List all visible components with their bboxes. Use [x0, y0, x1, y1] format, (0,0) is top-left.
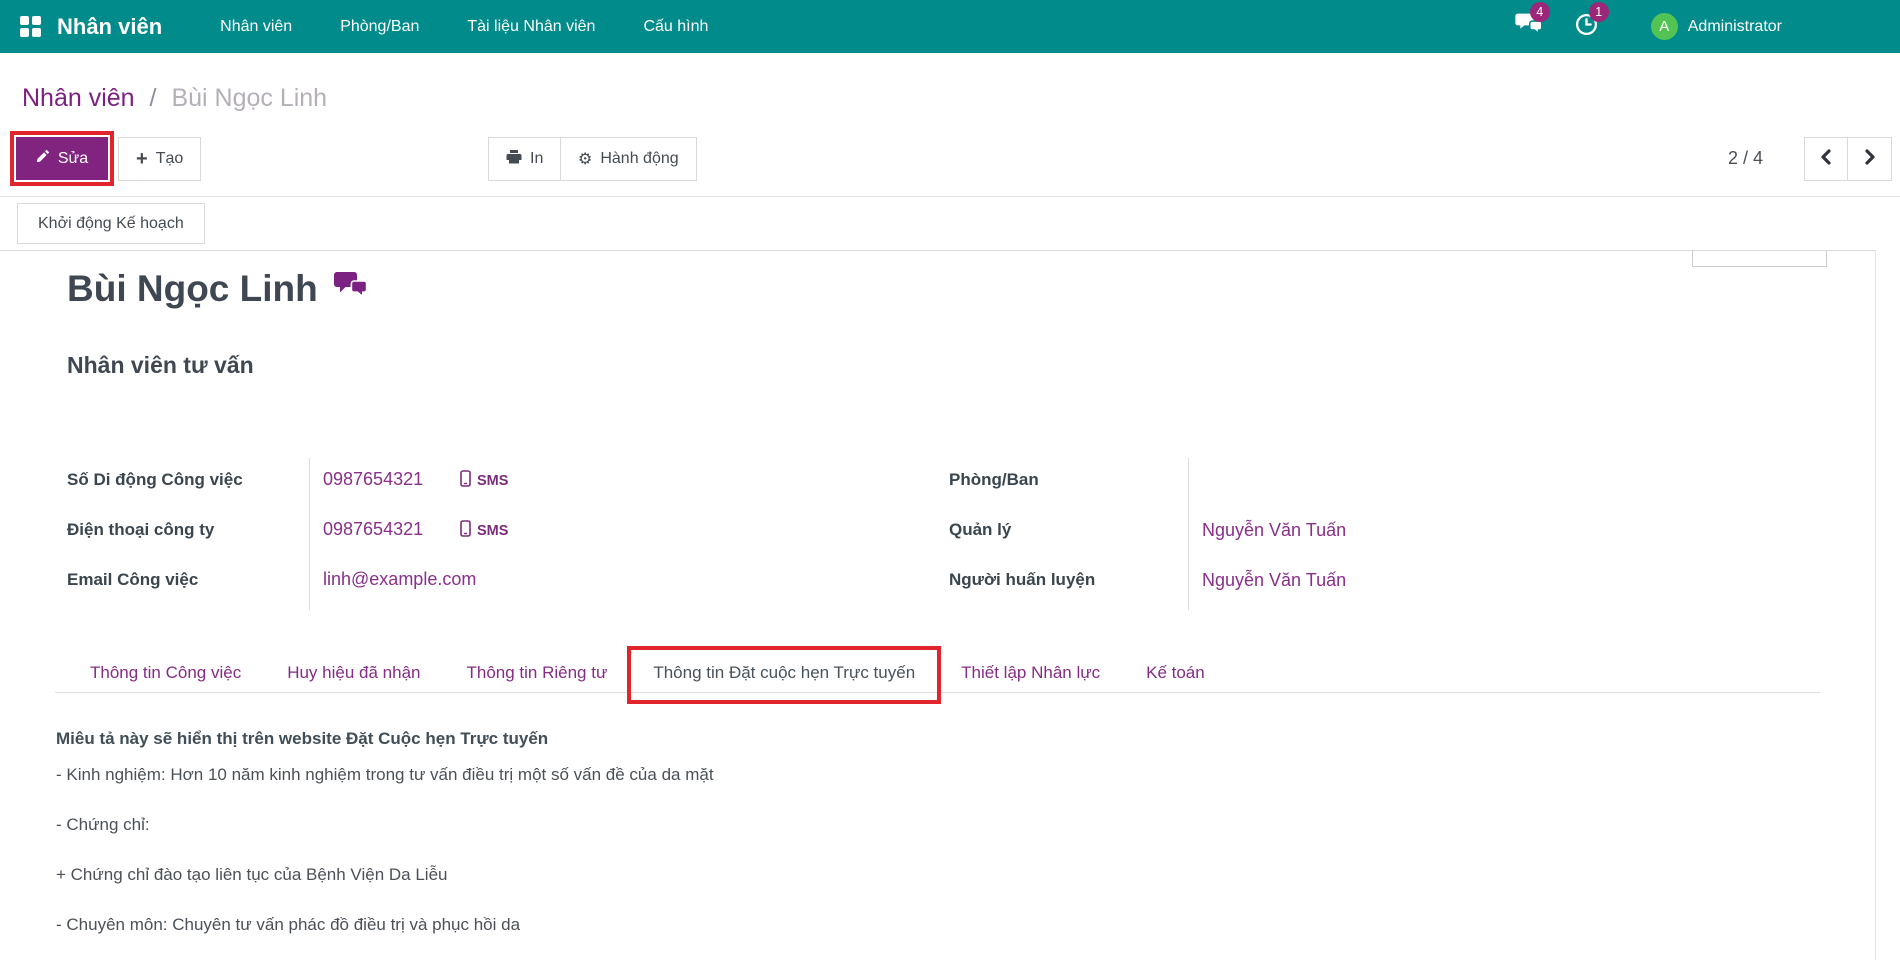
sheet-right-border: [1875, 250, 1876, 960]
breadcrumb-separator: /: [150, 84, 157, 112]
breadcrumb-current: Bùi Ngọc Linh: [171, 84, 327, 112]
tab-hr-settings[interactable]: Thiết lập Nhân lực: [938, 652, 1123, 693]
print-button[interactable]: In: [488, 137, 561, 181]
field-separator-right: [1188, 458, 1189, 610]
field-separator-left: [309, 458, 310, 610]
truncated-widget-box: [1692, 251, 1827, 267]
pager-count: 2 / 4: [1728, 148, 1763, 169]
coach-link[interactable]: Nguyễn Văn Tuấn: [1202, 570, 1346, 591]
breadcrumb-parent-link[interactable]: Nhân viên: [22, 84, 135, 112]
tab-online-appointment-info[interactable]: Thông tin Đặt cuộc hẹn Trực tuyến: [630, 652, 938, 693]
sms-button-phone[interactable]: SMS: [460, 520, 508, 541]
launch-plan-button[interactable]: Khởi động Kế hoạch: [17, 203, 205, 244]
printer-icon: [506, 149, 522, 170]
chevron-left-icon: [1819, 149, 1834, 170]
gear-icon: ⚙: [578, 151, 592, 167]
activities-button[interactable]: 1: [1574, 12, 1599, 42]
chat-bubbles-icon: [334, 268, 368, 310]
field-label-work-phone: Điện thoại công ty: [67, 520, 214, 540]
pager-previous-button[interactable]: [1804, 137, 1848, 181]
menu-item-employee-documents[interactable]: Tài liệu Nhân viên: [443, 0, 619, 53]
employee-name-heading: Bùi Ngọc Linh: [67, 268, 368, 310]
app-name[interactable]: Nhân viên: [57, 14, 162, 40]
work-email-link[interactable]: linh@example.com: [323, 569, 476, 590]
avatar: A: [1651, 13, 1678, 40]
apps-menu-icon[interactable]: [20, 16, 41, 37]
app-window: Nhân viên Nhân viên Phòng/Ban Tài liệu N…: [0, 0, 1900, 960]
control-panel-divider: [0, 196, 1900, 197]
field-label-department: Phòng/Ban: [949, 470, 1039, 490]
notebook-tabs: Thông tin Công việc Huy hiệu đã nhận Thô…: [55, 652, 1820, 693]
activities-badge: 1: [1589, 2, 1609, 22]
menu-item-employees[interactable]: Nhân viên: [196, 0, 316, 53]
description-line: - Kinh nghiệm: Hơn 10 năm kinh nghiệm tr…: [56, 762, 1556, 788]
breadcrumb: Nhân viên / Bùi Ngọc Linh: [22, 84, 327, 113]
online-appointment-description: Miêu tả này sẽ hiển thị trên website Đặt…: [56, 726, 1556, 938]
description-line: - Chứng chỉ:: [56, 812, 1556, 838]
chevron-right-icon: [1862, 149, 1877, 170]
manager-link[interactable]: Nguyễn Văn Tuấn: [1202, 520, 1346, 541]
create-button[interactable]: + Tạo: [118, 137, 201, 181]
field-label-work-mobile: Số Di động Công việc: [67, 470, 243, 490]
field-label-coach: Người huấn luyện: [949, 570, 1095, 590]
tab-work-information[interactable]: Thông tin Công việc: [67, 652, 264, 693]
field-label-work-email: Email Công việc: [67, 570, 198, 590]
sheet-top-border: [0, 250, 1875, 251]
action-button[interactable]: ⚙ Hành động: [560, 137, 697, 181]
top-navbar: Nhân viên Nhân viên Phòng/Ban Tài liệu N…: [0, 0, 1900, 53]
messages-button[interactable]: 4: [1515, 12, 1544, 42]
pencil-icon: [36, 149, 50, 168]
field-label-manager: Quản lý: [949, 520, 1011, 540]
tab-accounting[interactable]: Kế toán: [1123, 652, 1228, 693]
description-line: + Chứng chỉ đào tạo liên tục của Bệnh Vi…: [56, 862, 1556, 888]
edit-button[interactable]: Sửa: [16, 137, 108, 180]
menu-item-configuration[interactable]: Cấu hình: [619, 0, 732, 53]
mobile-phone-icon: [460, 520, 471, 541]
messages-badge: 4: [1530, 2, 1550, 22]
menu-item-departments[interactable]: Phòng/Ban: [316, 0, 443, 53]
main-menu: Nhân viên Phòng/Ban Tài liệu Nhân viên C…: [196, 0, 732, 53]
pager-next-button[interactable]: [1848, 137, 1892, 181]
user-name: Administrator: [1688, 18, 1782, 36]
employee-name: Bùi Ngọc Linh: [67, 268, 318, 310]
user-menu[interactable]: A Administrator: [1651, 13, 1782, 40]
annotation-highlight-edit-button: Sửa: [10, 131, 114, 186]
sms-button-mobile[interactable]: SMS: [460, 470, 508, 491]
description-line: - Chuyên môn: Chuyên tư vấn phác đồ điều…: [56, 912, 1556, 938]
systray: 4 1 A Administrator: [1515, 0, 1782, 53]
pager: [1804, 137, 1892, 181]
work-phone-link[interactable]: 0987654321: [323, 519, 423, 540]
tab-received-badges[interactable]: Huy hiệu đã nhận: [264, 652, 443, 693]
tab-private-information[interactable]: Thông tin Riêng tư: [443, 652, 630, 693]
description-intro: Miêu tả này sẽ hiển thị trên website Đặt…: [56, 726, 1556, 752]
mobile-phone-icon: [460, 470, 471, 491]
job-title: Nhân viên tư vấn: [67, 352, 254, 379]
plus-icon: +: [136, 149, 148, 169]
work-mobile-link[interactable]: 0987654321: [323, 469, 423, 490]
